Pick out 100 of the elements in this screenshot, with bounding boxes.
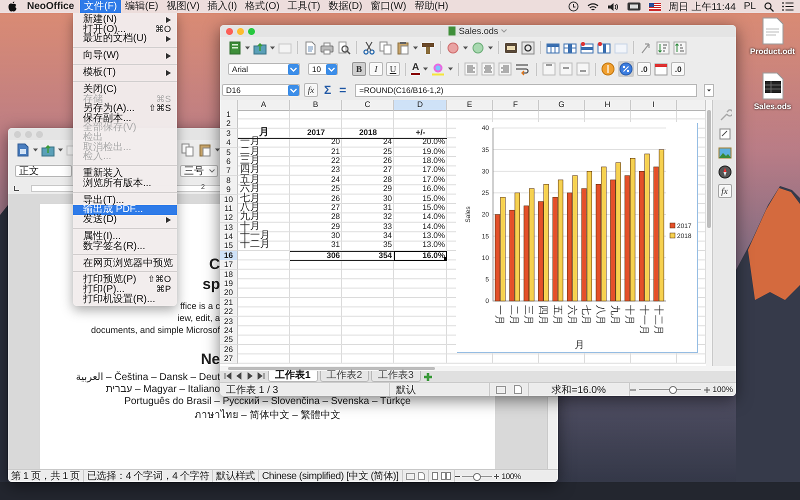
scrollbar[interactable] — [706, 100, 712, 366]
table-cell[interactable]: 306 — [290, 250, 342, 262]
apple-icon[interactable] — [8, 1, 17, 12]
dropdown-button[interactable] — [326, 64, 337, 74]
menu-item[interactable]: 新建(N) — [73, 15, 177, 25]
row-header[interactable]: 15 — [220, 241, 238, 252]
format-button[interactable]: I — [369, 62, 383, 76]
status-icon[interactable] — [626, 2, 641, 11]
menu-title[interactable]: 文件(F) — [80, 0, 122, 13]
minus-icon[interactable] — [630, 386, 636, 392]
caret-icon[interactable] — [58, 148, 63, 152]
clipboard-icon[interactable] — [198, 143, 212, 157]
caret-icon[interactable] — [413, 46, 418, 50]
table-cell[interactable]: 25 — [290, 185, 342, 196]
table-cell[interactable]: 22 — [290, 156, 342, 167]
table-cell[interactable]: 24 — [290, 176, 342, 186]
row-header[interactable]: 27 — [220, 354, 238, 364]
row-header[interactable]: 24 — [220, 326, 238, 336]
font-size-field[interactable]: 三号 — [180, 165, 218, 177]
coin-icon[interactable] — [601, 62, 616, 76]
menu-item[interactable]: 打印机设置(R)... — [73, 294, 177, 304]
table-cell[interactable]: 31 — [342, 204, 394, 214]
table-cell[interactable]: 26 — [290, 194, 342, 205]
menu-item[interactable]: 输出成 PDF... — [73, 205, 177, 215]
row-header[interactable]: 5 — [220, 148, 238, 158]
scrollbar-thumb[interactable] — [228, 367, 435, 370]
row-header[interactable]: 20 — [220, 288, 238, 298]
table-cell[interactable]: 19.0% — [394, 148, 447, 158]
menu-item[interactable]: 保存副本... — [73, 114, 177, 124]
row-header[interactable]: 6 — [220, 156, 238, 167]
caret-icon[interactable] — [33, 148, 38, 152]
calendar-icon[interactable] — [654, 62, 668, 76]
table-cell[interactable]: +/- — [394, 128, 447, 139]
table-cell[interactable]: 30 — [290, 232, 342, 242]
row-header[interactable]: 3 — [220, 128, 238, 139]
row-header[interactable]: 13 — [220, 222, 238, 233]
font-size-field[interactable]: 10 — [308, 63, 338, 75]
table-cell[interactable]: 14.0% — [394, 213, 447, 224]
folder-icon[interactable] — [41, 143, 55, 157]
table-cell[interactable]: 15.0% — [394, 194, 447, 205]
color-wheel-icon[interactable] — [431, 62, 446, 76]
formula-button[interactable]: = — [337, 84, 348, 96]
clipboard-icon[interactable] — [396, 40, 410, 54]
table-cell[interactable]: 14.0% — [394, 222, 447, 233]
paragraph-style-field[interactable]: 正文 — [15, 165, 72, 177]
add-sheet-icon[interactable] — [422, 372, 433, 382]
column-header[interactable]: B — [290, 100, 342, 111]
menu-item[interactable]: 浏览所有版本... — [73, 178, 177, 188]
row-header[interactable]: 11 — [220, 204, 238, 214]
document-icon[interactable] — [514, 385, 522, 394]
table-cell[interactable]: 18.0% — [394, 156, 447, 167]
table-cell[interactable]: 20.0% — [394, 138, 447, 148]
table-cell[interactable]: 23 — [290, 166, 342, 176]
menu-title[interactable]: 编辑(E) — [121, 0, 162, 13]
column-header[interactable]: D — [394, 100, 447, 111]
menu-title[interactable]: 工具(T) — [284, 0, 324, 13]
menu-item[interactable]: 属性(I)... — [73, 232, 177, 242]
tab-stop-icon[interactable] — [14, 186, 19, 190]
align-bottom-icon[interactable] — [576, 62, 590, 76]
sheet-tab[interactable]: 工作表2 — [320, 371, 370, 382]
row-header[interactable]: 19 — [220, 279, 238, 290]
column-header[interactable]: G — [539, 100, 585, 111]
plus-icon[interactable] — [704, 386, 710, 392]
row-header[interactable]: 14 — [220, 232, 238, 242]
table-cell[interactable]: 33 — [342, 222, 394, 233]
table-cell[interactable]: 2018 — [342, 128, 394, 139]
caret-icon[interactable] — [463, 46, 468, 50]
table-cell[interactable]: 354 — [342, 250, 394, 262]
table-cell[interactable]: 16.0% — [394, 250, 447, 262]
format-button[interactable]: B — [352, 62, 366, 76]
table-cell[interactable]: 13.0% — [394, 232, 447, 242]
toolbar-icon[interactable] — [504, 40, 518, 54]
menu-item[interactable]: 最近的文档(U) — [73, 34, 177, 44]
caret-icon[interactable] — [423, 67, 428, 71]
clock-icon[interactable] — [568, 1, 579, 12]
sum-button[interactable]: Σ — [322, 84, 334, 96]
caret-icon[interactable] — [245, 46, 250, 50]
wifi-icon[interactable] — [586, 2, 599, 12]
row-header[interactable]: 18 — [220, 270, 238, 280]
caret-icon[interactable] — [488, 46, 493, 50]
plus-icon[interactable] — [494, 474, 499, 478]
table-cell[interactable]: 17.0% — [394, 176, 447, 186]
document-icon[interactable] — [762, 17, 784, 45]
spreadsheet-icon[interactable] — [762, 72, 784, 100]
table-cell[interactable]: 29 — [342, 185, 394, 196]
align-center-icon[interactable] — [481, 62, 496, 76]
align-top-icon[interactable] — [542, 62, 556, 76]
sort-ascending-icon[interactable] — [656, 40, 670, 54]
align-left-icon[interactable] — [464, 62, 478, 76]
expand-icon[interactable] — [704, 84, 714, 96]
chevron-icon[interactable] — [209, 169, 215, 173]
menu-item[interactable]: 发送(D) — [73, 214, 177, 225]
caret-icon[interactable] — [215, 148, 220, 152]
menu-title[interactable]: 插入(I) — [204, 0, 242, 13]
row-header[interactable]: 8 — [220, 176, 238, 186]
table-cell[interactable]: 17.0% — [394, 166, 447, 176]
table-icon[interactable] — [597, 40, 611, 54]
delete-decimal-button[interactable]: .0 — [671, 62, 686, 76]
table-icon[interactable] — [563, 40, 577, 54]
menu-title[interactable]: 窗口(W) — [366, 0, 410, 13]
